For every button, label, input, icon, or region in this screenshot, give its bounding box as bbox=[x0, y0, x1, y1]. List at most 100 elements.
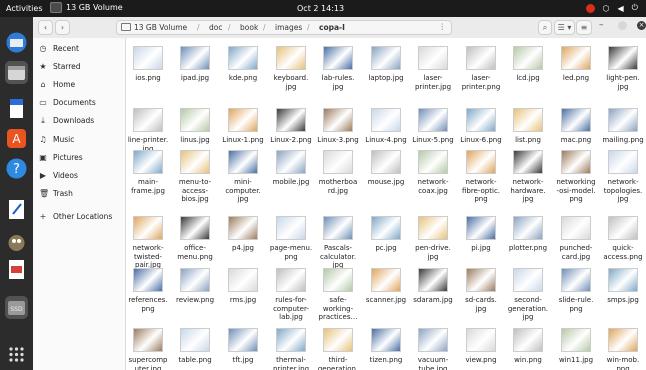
file-thumbnail[interactable] bbox=[513, 150, 543, 174]
text-editor-icon[interactable] bbox=[5, 198, 28, 221]
file-thumbnail[interactable] bbox=[180, 46, 210, 70]
file-thumbnail[interactable] bbox=[371, 108, 401, 132]
file-thumbnail[interactable] bbox=[466, 108, 496, 132]
file-thumbnail[interactable] bbox=[418, 328, 448, 352]
path-segment-images[interactable]: images bbox=[275, 23, 302, 32]
file-thumbnail[interactable] bbox=[276, 216, 306, 240]
show-apps-icon[interactable] bbox=[5, 343, 28, 366]
file-thumbnail[interactable] bbox=[133, 46, 163, 70]
file-thumbnail[interactable] bbox=[608, 268, 638, 292]
view-toggle-button[interactable]: ☰ ▾ bbox=[554, 20, 575, 35]
file-thumbnail[interactable] bbox=[180, 108, 210, 132]
file-thumbnail[interactable] bbox=[466, 216, 496, 240]
file-name[interactable]: light-pen. jpg bbox=[594, 74, 646, 91]
file-thumbnail[interactable] bbox=[228, 108, 258, 132]
activities-button[interactable]: Activities bbox=[6, 4, 43, 13]
file-thumbnail[interactable] bbox=[180, 268, 210, 292]
menu-button[interactable]: ≡ bbox=[576, 20, 592, 35]
file-thumbnail[interactable] bbox=[513, 268, 543, 292]
sidebar-item-downloads[interactable]: ⤓ Downloads bbox=[39, 114, 94, 127]
file-thumbnail[interactable] bbox=[323, 150, 353, 174]
file-thumbnail[interactable] bbox=[418, 268, 448, 292]
app-menu[interactable]: 13 GB Volume bbox=[50, 2, 123, 13]
options-icon[interactable]: ⋮ bbox=[439, 22, 447, 31]
file-thumbnail[interactable] bbox=[561, 150, 591, 174]
file-thumbnail[interactable] bbox=[466, 46, 496, 70]
file-thumbnail[interactable] bbox=[180, 216, 210, 240]
search-button[interactable]: ⌕ bbox=[538, 20, 552, 35]
file-thumbnail[interactable] bbox=[228, 46, 258, 70]
file-thumbnail[interactable] bbox=[608, 108, 638, 132]
file-name[interactable]: mailing.png bbox=[594, 136, 646, 145]
file-thumbnail[interactable] bbox=[561, 46, 591, 70]
sidebar-item-documents[interactable]: ▭ Documents bbox=[39, 96, 96, 109]
file-thumbnail[interactable] bbox=[513, 216, 543, 240]
file-thumbnail[interactable] bbox=[466, 150, 496, 174]
file-thumbnail[interactable] bbox=[371, 268, 401, 292]
gimp-icon[interactable] bbox=[5, 230, 28, 253]
sidebar-item-videos[interactable]: ▶ Videos bbox=[39, 169, 78, 182]
file-thumbnail[interactable] bbox=[228, 328, 258, 352]
file-thumbnail[interactable] bbox=[418, 216, 448, 240]
file-thumbnail[interactable] bbox=[608, 150, 638, 174]
file-thumbnail[interactable] bbox=[608, 216, 638, 240]
file-thumbnail[interactable] bbox=[418, 150, 448, 174]
usb-drive-icon[interactable]: SSD bbox=[5, 296, 28, 319]
sidebar-item-trash[interactable]: 🗑 Trash bbox=[39, 187, 73, 200]
file-thumbnail[interactable] bbox=[133, 150, 163, 174]
file-thumbnail[interactable] bbox=[466, 328, 496, 352]
file-name[interactable]: network-topologies. jpg bbox=[594, 178, 646, 204]
file-thumbnail[interactable] bbox=[466, 268, 496, 292]
sidebar-item-music[interactable]: ♫ Music bbox=[39, 133, 74, 146]
file-thumbnail[interactable] bbox=[276, 328, 306, 352]
file-thumbnail[interactable] bbox=[133, 268, 163, 292]
app-center-icon[interactable]: A bbox=[5, 127, 28, 150]
file-thumbnail[interactable] bbox=[180, 150, 210, 174]
file-thumbnail[interactable] bbox=[513, 328, 543, 352]
file-thumbnail[interactable] bbox=[608, 328, 638, 352]
path-segment-book[interactable]: book bbox=[240, 23, 258, 32]
file-thumbnail[interactable] bbox=[276, 108, 306, 132]
file-thumbnail[interactable] bbox=[371, 46, 401, 70]
file-thumbnail[interactable] bbox=[323, 46, 353, 70]
maximize-icon[interactable] bbox=[618, 21, 627, 30]
file-thumbnail[interactable] bbox=[228, 216, 258, 240]
file-thumbnail[interactable] bbox=[608, 46, 638, 70]
file-thumbnail[interactable] bbox=[371, 328, 401, 352]
file-thumbnail[interactable] bbox=[228, 268, 258, 292]
file-thumbnail[interactable] bbox=[228, 150, 258, 174]
file-thumbnail[interactable] bbox=[323, 268, 353, 292]
file-thumbnail[interactable] bbox=[561, 268, 591, 292]
file-name[interactable]: win-mob. png bbox=[594, 356, 646, 370]
sidebar-item-home[interactable]: ⌂ Home bbox=[39, 78, 75, 91]
help-icon[interactable]: ? bbox=[5, 157, 28, 180]
file-thumbnail[interactable] bbox=[276, 150, 306, 174]
file-thumbnail[interactable] bbox=[418, 46, 448, 70]
path-segment-current[interactable]: copa-I bbox=[319, 23, 345, 32]
path-segment-volume[interactable]: 13 GB Volume bbox=[134, 23, 187, 32]
file-thumbnail[interactable] bbox=[323, 108, 353, 132]
files-icon[interactable] bbox=[5, 61, 28, 84]
clock[interactable]: Oct 2 14:13 bbox=[297, 4, 344, 13]
file-thumbnail[interactable] bbox=[180, 328, 210, 352]
close-icon[interactable]: × bbox=[637, 21, 646, 30]
sidebar-item-pictures[interactable]: ▣ Pictures bbox=[39, 151, 82, 164]
file-thumbnail[interactable] bbox=[561, 216, 591, 240]
thunderbird-icon[interactable] bbox=[5, 31, 28, 54]
system-tray[interactable]: ⬡ ◀ ⏻ bbox=[585, 3, 638, 13]
file-thumbnail[interactable] bbox=[513, 108, 543, 132]
minimize-icon[interactable]: – bbox=[599, 20, 604, 30]
file-thumbnail[interactable] bbox=[133, 108, 163, 132]
file-thumbnail[interactable] bbox=[371, 216, 401, 240]
file-name[interactable]: smps.jpg bbox=[594, 296, 646, 305]
file-thumbnail[interactable] bbox=[561, 328, 591, 352]
back-button[interactable]: ‹ bbox=[38, 20, 53, 35]
file-thumbnail[interactable] bbox=[513, 46, 543, 70]
file-thumbnail[interactable] bbox=[276, 268, 306, 292]
file-thumbnail[interactable] bbox=[371, 150, 401, 174]
file-thumbnail[interactable] bbox=[418, 108, 448, 132]
libreoffice-writer-icon[interactable] bbox=[5, 97, 28, 120]
file-thumbnail[interactable] bbox=[133, 328, 163, 352]
forward-button[interactable]: › bbox=[55, 20, 70, 35]
file-name[interactable]: quick-access.png bbox=[594, 244, 646, 261]
